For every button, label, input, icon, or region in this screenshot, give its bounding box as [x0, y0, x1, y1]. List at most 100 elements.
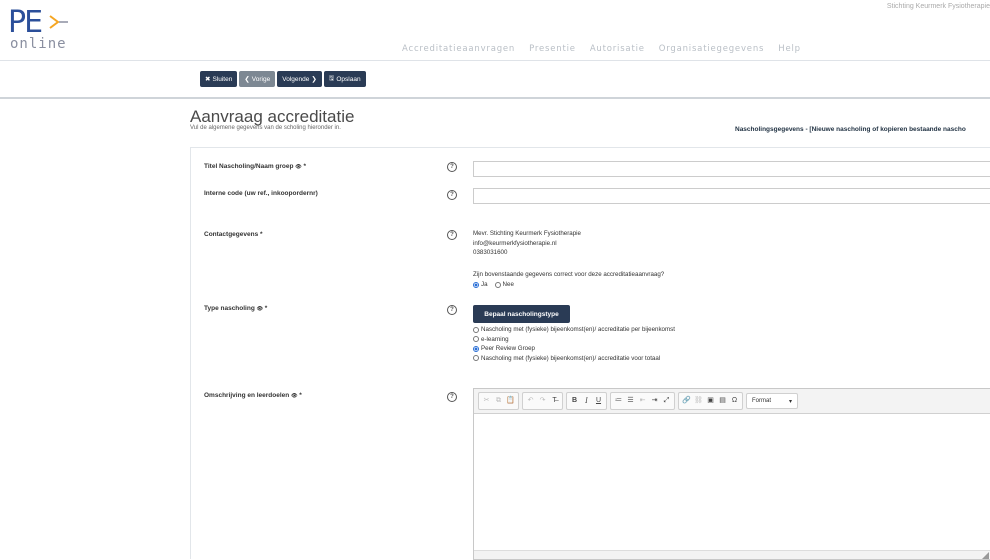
contact-email: info@keurmerkfysiotherapie.nl	[473, 239, 557, 247]
italic-icon[interactable]: I	[581, 395, 592, 407]
radio-button[interactable]	[473, 345, 479, 352]
nav-autorisatie[interactable]: Autorisatie	[590, 44, 645, 54]
confirm-radio-group: Ja Nee	[473, 280, 514, 290]
next-label: Volgende	[282, 75, 310, 83]
link-icon[interactable]: 🔗	[681, 395, 692, 407]
maximize-icon[interactable]: ⤢	[661, 395, 672, 407]
title-label: Titel Nascholing/Naam groep 👁 *	[204, 163, 306, 170]
type-option-label: Nascholing met (fysieke) bijeenkomst(en)…	[481, 326, 675, 333]
style-group: B I U	[566, 392, 607, 410]
radio-no[interactable]	[494, 281, 501, 288]
save-label: Opslaan	[336, 75, 361, 83]
confirm-question: Zijn bovenstaande gegevens correct voor …	[473, 271, 665, 278]
type-label: Type nascholing 👁 *	[204, 305, 267, 312]
logo-arrow-icon	[49, 15, 68, 29]
description-label-text: Omschrijving en leerdoelen	[204, 392, 290, 399]
pe-online-logo[interactable]: PE online	[8, 5, 78, 52]
eye-icon: 👁	[295, 164, 302, 170]
chevron-down-icon: ▾	[788, 398, 792, 405]
format-label: Format	[752, 398, 772, 404]
remove-format-icon[interactable]: T̶	[549, 395, 560, 407]
page-title: Aanvraag accreditatie	[190, 107, 355, 126]
contact-label-text: Contactgegevens	[204, 231, 259, 238]
nav-organisatiegegevens[interactable]: Organisatiegegevens	[659, 44, 764, 54]
required-mark: *	[299, 392, 302, 399]
undo-icon[interactable]: ↶	[525, 395, 536, 407]
description-label: Omschrijving en leerdoelen 👁 *	[204, 392, 302, 399]
internal-code-input[interactable]	[473, 188, 990, 204]
title-label-text: Titel Nascholing/Naam groep	[204, 163, 294, 170]
type-option[interactable]: Nascholing met (fysieke) bijeenkomst(en)…	[473, 325, 675, 335]
close-button[interactable]: ✖ Sluiten	[200, 71, 238, 87]
special-char-icon[interactable]: Ω	[729, 395, 740, 407]
list-group: ≔ ☰ ⇤ ⇥ ⤢	[610, 392, 675, 410]
indent-icon[interactable]: ⇥	[649, 395, 660, 407]
bold-icon[interactable]: B	[569, 395, 580, 407]
required-mark: *	[264, 305, 268, 312]
type-option[interactable]: e-learning	[473, 335, 675, 345]
redo-icon[interactable]: ↷	[537, 395, 548, 407]
copy-icon[interactable]: ⧉	[493, 395, 504, 407]
chevron-right-icon: ❯	[311, 76, 317, 83]
type-option-label: e-learning	[481, 335, 509, 343]
radio-button[interactable]	[473, 326, 479, 333]
required-mark: *	[303, 163, 306, 170]
underline-icon[interactable]: U	[593, 395, 604, 407]
required-mark: *	[260, 231, 263, 238]
help-icon[interactable]: ?	[447, 392, 457, 402]
help-icon[interactable]: ?	[447, 190, 457, 200]
editor-toolbar: ✂ ⧉ 📋 ↶ ↷ T̶ B I U ≔ ☰ ⇤ ⇥ ⤢ 🔗 ⛓ ▣ ▤ Ω F…	[474, 389, 990, 414]
save-button[interactable]: 🖫 Opslaan	[323, 71, 366, 87]
radio-yes[interactable]	[473, 281, 479, 288]
history-group: ↶ ↷ T̶	[522, 392, 563, 410]
type-option[interactable]: Peer Review Groep	[473, 344, 675, 354]
help-icon[interactable]: ?	[447, 305, 457, 315]
save-icon: 🖫	[328, 74, 335, 82]
horizontal-line-icon[interactable]: ▤	[717, 395, 728, 407]
bullet-list-icon[interactable]: ☰	[625, 395, 636, 407]
outdent-icon[interactable]: ⇤	[637, 395, 648, 407]
top-navigation: Accreditatieaanvragen Presentie Autorisa…	[402, 44, 801, 54]
type-option[interactable]: Nascholing met (fysieke) bijeenkomst(en)…	[473, 354, 675, 364]
close-icon: ✖	[205, 76, 211, 83]
help-icon[interactable]: ?	[447, 162, 457, 172]
contact-name: Mevr. Stichting Keurmerk Fysiotherapie	[473, 230, 581, 237]
nav-help[interactable]: Help	[778, 44, 801, 54]
contact-label: Contactgegevens *	[204, 231, 263, 238]
numbered-list-icon[interactable]: ≔	[613, 395, 624, 407]
format-dropdown[interactable]: Format ▾	[746, 393, 798, 409]
image-icon[interactable]: ▣	[705, 395, 716, 407]
breadcrumb: Nascholingsgegevens - [Nieuwe nascholing…	[735, 126, 966, 133]
type-radio-group: Nascholing met (fysieke) bijeenkomst(en)…	[473, 325, 675, 363]
type-option-label: Peer Review Groep	[481, 345, 535, 352]
organisation-name[interactable]: Stichting Keurmerk Fysiotherapie	[887, 3, 990, 10]
radio-button[interactable]	[473, 336, 479, 343]
chevron-left-icon: ❮	[244, 76, 250, 83]
nav-accreditatieaanvragen[interactable]: Accreditatieaanvragen	[402, 44, 515, 54]
action-toolbar: ✖ Sluiten ❮ Vorige Volgende ❯ 🖫 Opslaan	[200, 71, 366, 87]
page-subtitle: Vul de algemene gegevens van de scholing…	[190, 125, 341, 131]
toolbar-divider	[0, 97, 990, 99]
radio-button[interactable]	[473, 355, 479, 362]
type-label-text: Type nascholing	[204, 305, 255, 312]
logo-pe: PE	[8, 5, 43, 40]
title-input[interactable]	[473, 161, 990, 177]
rich-text-editor: ✂ ⧉ 📋 ↶ ↷ T̶ B I U ≔ ☰ ⇤ ⇥ ⤢ 🔗 ⛓ ▣ ▤ Ω F…	[473, 388, 990, 560]
clipboard-group: ✂ ⧉ 📋	[478, 392, 519, 410]
close-label: Sluiten	[212, 75, 233, 83]
contact-phone: 0383031600	[473, 249, 508, 256]
insert-group: 🔗 ⛓ ▣ ▤ Ω	[678, 392, 743, 410]
help-icon[interactable]: ?	[447, 230, 457, 240]
previous-button[interactable]: ❮ Vorige	[239, 71, 276, 87]
contact-details: Mevr. Stichting Keurmerk Fysiotherapie i…	[473, 229, 581, 258]
accreditation-form: Titel Nascholing/Naam groep 👁 * ? Intern…	[190, 147, 990, 560]
editor-content-area[interactable]	[474, 413, 990, 551]
nav-presentie[interactable]: Presentie	[529, 44, 576, 54]
cut-icon[interactable]: ✂	[481, 395, 492, 407]
determine-type-button[interactable]: Bepaal nascholingstype	[473, 305, 570, 323]
paste-icon[interactable]: 📋	[505, 395, 516, 407]
eye-icon: 👁	[291, 393, 298, 399]
unlink-icon[interactable]: ⛓	[693, 395, 704, 407]
type-option-label: Nascholing met (fysieke) bijeenkomst(en)…	[481, 354, 661, 362]
next-button[interactable]: Volgende ❯	[277, 71, 322, 87]
